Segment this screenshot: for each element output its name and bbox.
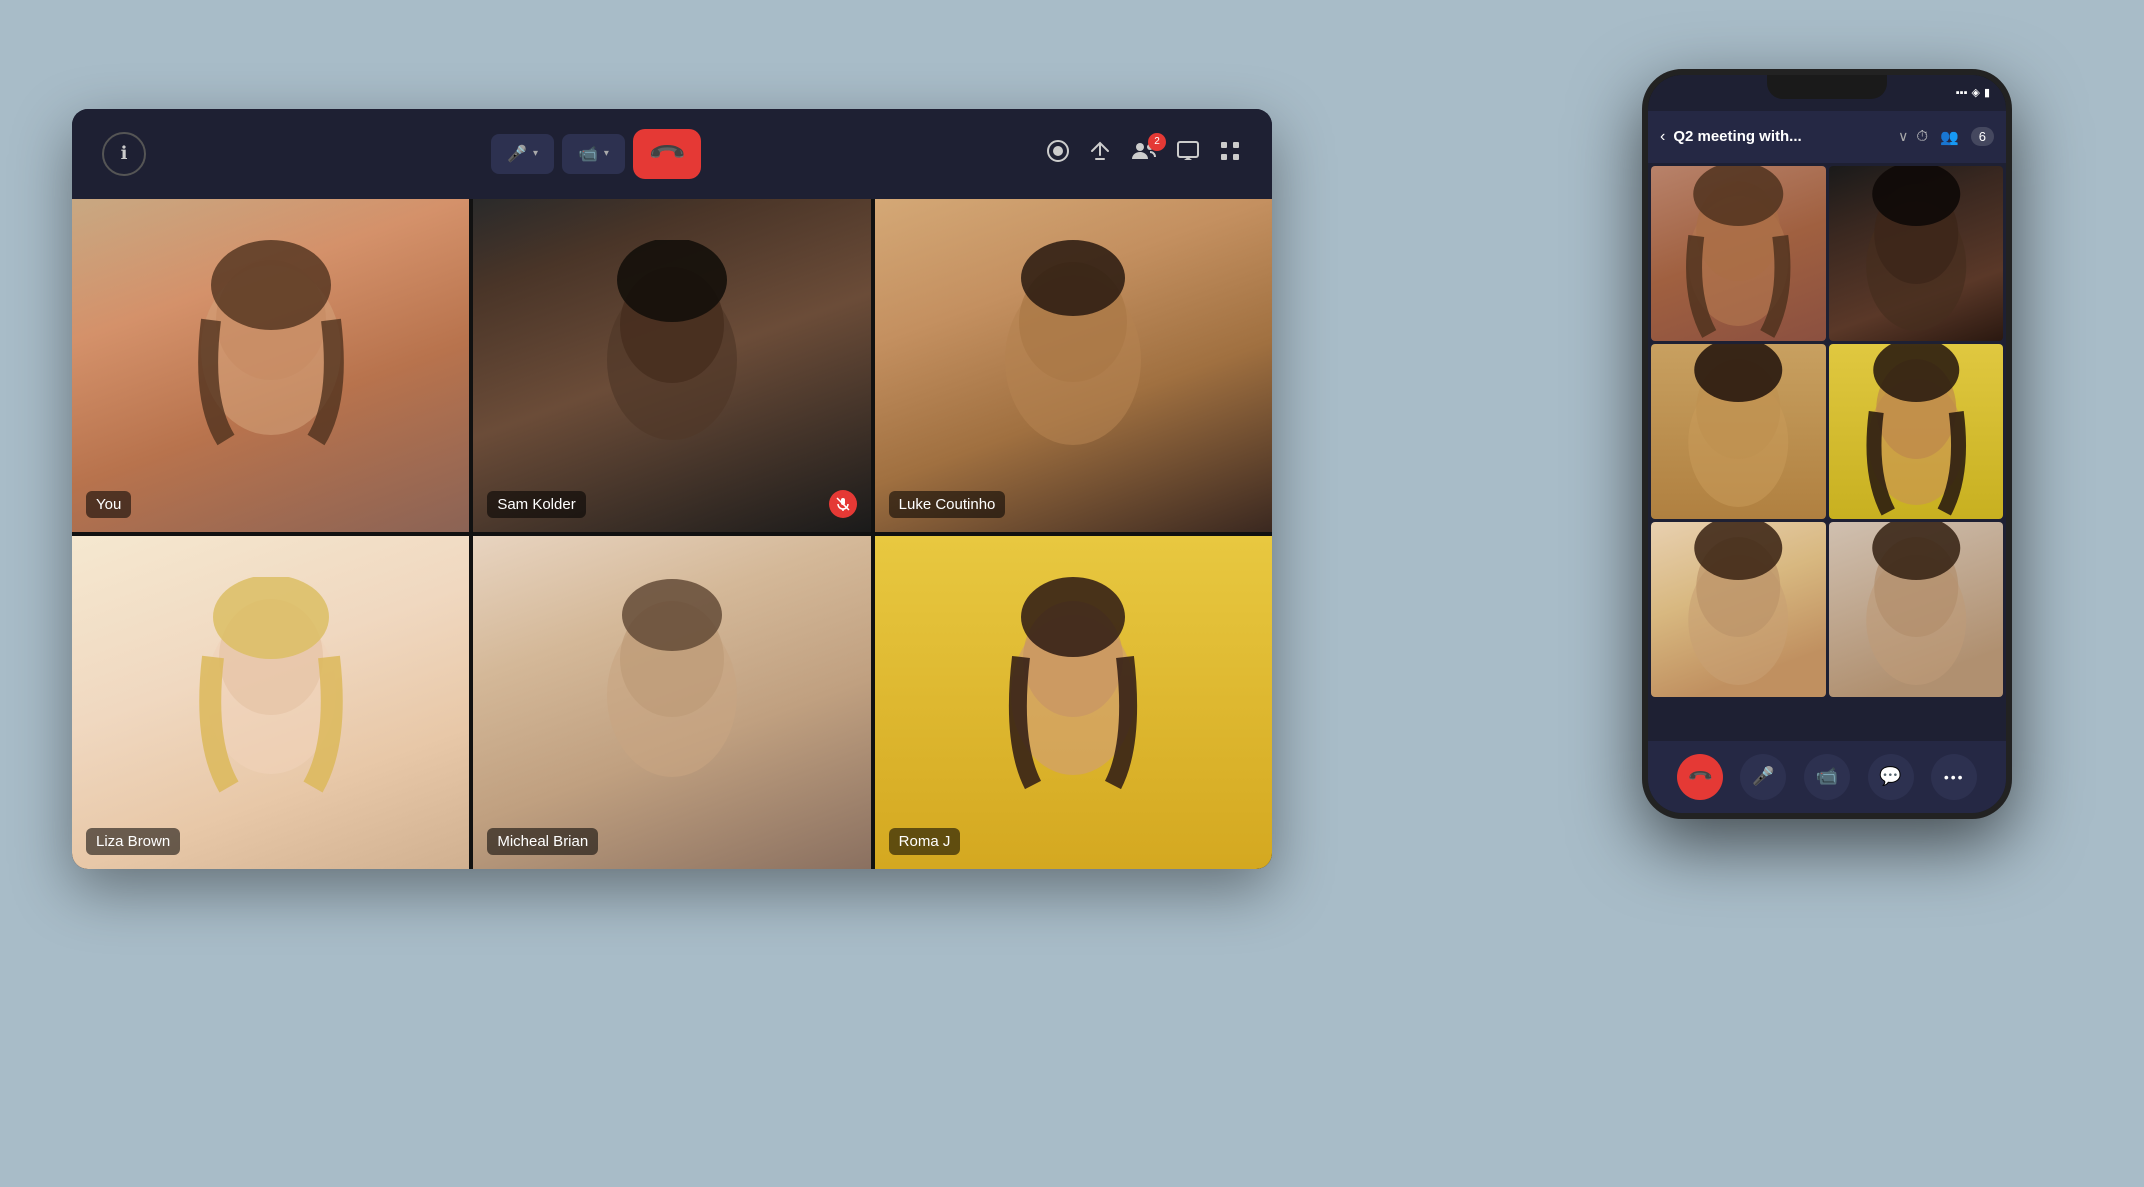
phone-video-grid <box>1648 163 2006 700</box>
video-cell-sam: Sam Kolder <box>473 199 870 532</box>
name-label-liza: Liza Brown <box>86 828 180 855</box>
face-overlay-you <box>72 199 469 532</box>
scene: ℹ 🎤 ▾ 📹 ▾ 📞 <box>72 69 2072 1119</box>
phone-face-svg-3 <box>1651 344 1826 519</box>
phone-end-call-icon: 📞 <box>1686 762 1714 790</box>
phone-timer-icon[interactable]: ⏱ <box>1916 128 1928 145</box>
participants-button[interactable]: 2 <box>1130 139 1158 169</box>
apps-icon <box>1218 139 1242 163</box>
phone-chat-icon: 💬 <box>1879 766 1901 787</box>
video-cell-liza: Liza Brown <box>72 536 469 869</box>
participants-badge: 2 <box>1148 133 1166 151</box>
mic-icon: 🎤 <box>507 144 527 164</box>
phone-face-svg-5 <box>1651 522 1826 697</box>
toolbar-center: 🎤 ▾ 📹 ▾ 📞 <box>491 129 701 179</box>
phone-notch <box>1767 75 1887 99</box>
phone-screen: ▪▪▪ ◈ ▮ ‹ Q2 meeting with... ∨ ⏱ 👥 6 <box>1648 75 2006 813</box>
end-call-button[interactable]: 📞 <box>633 129 701 179</box>
share-icon <box>1088 139 1112 163</box>
phone-title: Q2 meeting with... <box>1673 128 1890 145</box>
name-label-micheal: Micheal Brian <box>487 828 598 855</box>
video-cell-micheal: Micheal Brian <box>473 536 870 869</box>
face-svg-micheal <box>572 577 772 827</box>
face-svg-you <box>171 240 371 490</box>
phone-mic-icon: 🎤 <box>1752 766 1774 787</box>
phone-participant-count: 6 <box>1971 127 1994 146</box>
share-button[interactable] <box>1088 139 1112 169</box>
phone-cell-1 <box>1651 166 1826 341</box>
phone-cell-3 <box>1651 344 1826 519</box>
face-overlay-liza <box>72 536 469 869</box>
info-icon: ℹ <box>121 143 128 164</box>
record-icon <box>1046 139 1070 163</box>
phone-cell-5 <box>1651 522 1826 697</box>
end-call-icon: 📞 <box>646 133 688 175</box>
info-button[interactable]: ℹ <box>102 132 146 176</box>
phone: ▪▪▪ ◈ ▮ ‹ Q2 meeting with... ∨ ⏱ 👥 6 <box>1642 69 2012 819</box>
signal-icon: ▪▪▪ <box>1956 87 1968 99</box>
phone-cell-2 <box>1829 166 2004 341</box>
face-overlay-sam <box>473 199 870 532</box>
chat-icon <box>1176 139 1200 163</box>
phone-more-button[interactable]: ••• <box>1931 754 1977 800</box>
mic-button[interactable]: 🎤 ▾ <box>491 134 554 174</box>
chat-button[interactable] <box>1176 139 1200 169</box>
phone-mic-button[interactable]: 🎤 <box>1740 754 1786 800</box>
video-grid: You Sam Kolder <box>72 199 1272 869</box>
phone-chevron[interactable]: ∨ <box>1898 128 1908 145</box>
phone-chat-button[interactable]: 💬 <box>1868 754 1914 800</box>
name-label-you: You <box>86 491 131 518</box>
face-svg-sam <box>572 240 772 490</box>
face-overlay-luke <box>875 199 1272 532</box>
phone-face-svg-2 <box>1829 166 2004 341</box>
wifi-icon: ◈ <box>1971 86 1979 99</box>
face-svg-liza <box>171 577 371 827</box>
desktop-app: ℹ 🎤 ▾ 📹 ▾ 📞 <box>72 109 1272 869</box>
desktop-toolbar: ℹ 🎤 ▾ 📹 ▾ 📞 <box>72 109 1272 199</box>
phone-more-icon: ••• <box>1944 769 1965 785</box>
phone-status-icons: ▪▪▪ ◈ ▮ <box>1956 86 1990 99</box>
phone-bottom-bar: 📞 🎤 📹 💬 ••• <box>1648 741 2006 813</box>
record-button[interactable] <box>1046 139 1070 169</box>
phone-back-button[interactable]: ‹ <box>1660 128 1665 146</box>
phone-camera-icon: 📹 <box>1816 766 1838 787</box>
name-label-sam: Sam Kolder <box>487 491 585 518</box>
phone-participants-button[interactable]: 👥 <box>1940 128 1959 146</box>
video-cell-roma: Roma J <box>875 536 1272 869</box>
phone-cell-4 <box>1829 344 2004 519</box>
phone-end-call-button[interactable]: 📞 <box>1677 754 1723 800</box>
phone-face-svg-1 <box>1651 166 1826 341</box>
mic-muted-icon <box>836 497 850 511</box>
face-overlay-roma <box>875 536 1272 869</box>
camera-chevron: ▾ <box>604 148 609 159</box>
name-label-luke: Luke Coutinho <box>889 491 1006 518</box>
toolbar-right: 2 <box>1046 139 1242 169</box>
phone-header: ‹ Q2 meeting with... ∨ ⏱ 👥 6 <box>1648 111 2006 163</box>
phone-camera-button[interactable]: 📹 <box>1804 754 1850 800</box>
camera-icon: 📹 <box>578 144 598 164</box>
video-cell-you: You <box>72 199 469 532</box>
mic-chevron: ▾ <box>533 148 538 159</box>
apps-button[interactable] <box>1218 139 1242 169</box>
toolbar-left: ℹ <box>102 132 146 176</box>
camera-button[interactable]: 📹 ▾ <box>562 134 625 174</box>
face-svg-roma <box>973 577 1173 827</box>
face-svg-luke <box>973 240 1173 490</box>
video-cell-luke: Luke Coutinho <box>875 199 1272 532</box>
phone-face-svg-4 <box>1829 344 2004 519</box>
battery-icon: ▮ <box>1984 86 1990 99</box>
phone-face-svg-6 <box>1829 522 2004 697</box>
mute-icon-sam <box>829 490 857 518</box>
phone-header-icons: ⏱ 👥 6 <box>1916 127 1994 146</box>
phone-cell-6 <box>1829 522 2004 697</box>
face-overlay-micheal <box>473 536 870 869</box>
name-label-roma: Roma J <box>889 828 961 855</box>
